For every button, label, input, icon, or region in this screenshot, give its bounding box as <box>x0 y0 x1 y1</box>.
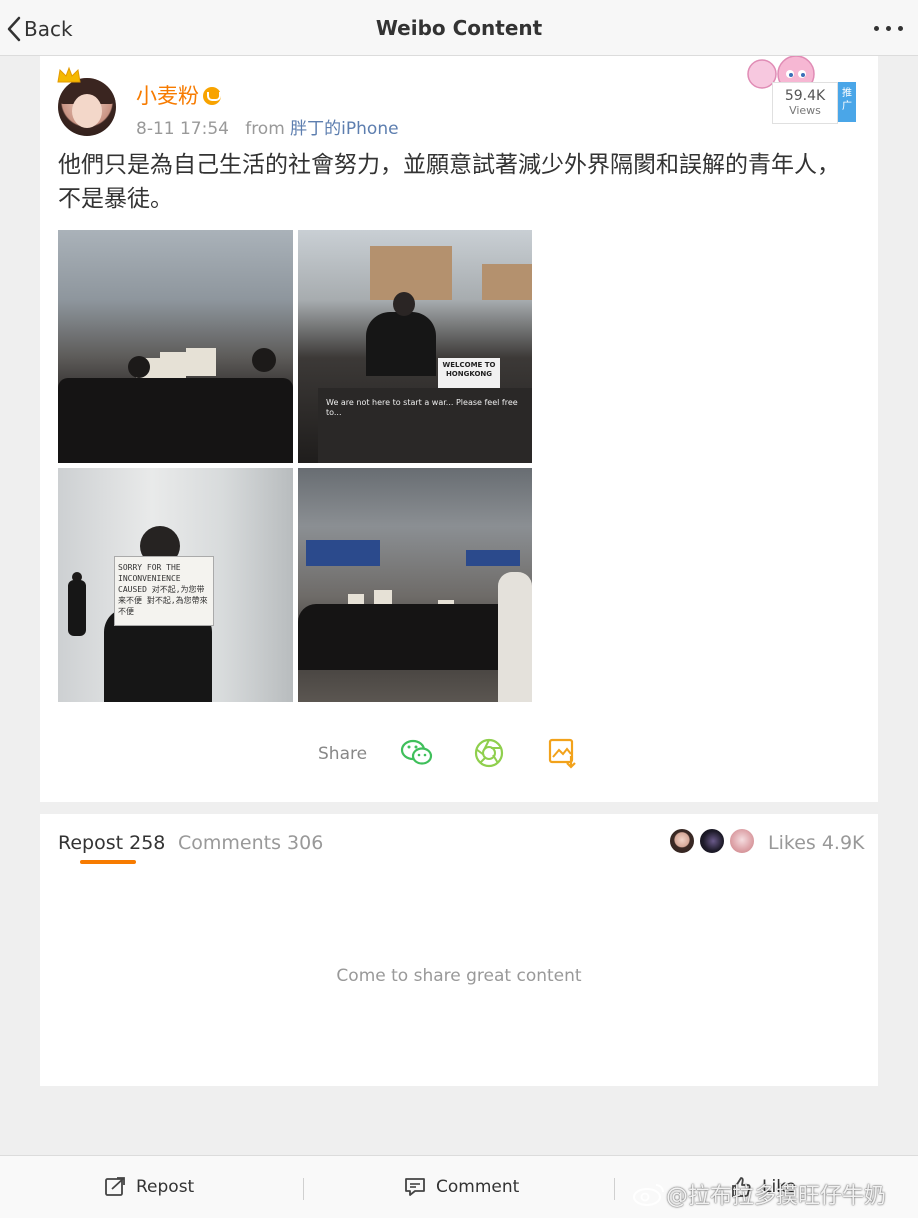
crown-icon <box>57 66 81 83</box>
post-card: 小麦粉 8-11 17:54 from 胖丁的iPhone 59.4K View… <box>40 56 878 802</box>
vip-badge-icon <box>203 87 221 105</box>
weibo-watermark: @拉布拉多摸旺仔牛奶 <box>632 1178 886 1210</box>
post-meta: 8-11 17:54 from 胖丁的iPhone <box>136 114 399 139</box>
tab-comments-count: 306 <box>287 832 324 854</box>
tab-repost[interactable]: Repost 258 <box>58 832 165 854</box>
repost-label: Repost <box>136 1177 195 1197</box>
promote-tag[interactable]: 推广 <box>838 82 856 122</box>
weibo-logo-icon <box>633 1184 664 1206</box>
wechat-share-icon[interactable] <box>400 736 434 770</box>
repost-button[interactable]: Repost <box>104 1176 194 1198</box>
toolbar-divider <box>614 1178 615 1200</box>
board-text: We are not here to start a war... Please… <box>326 398 518 417</box>
repost-icon <box>105 1177 125 1196</box>
moments-share-icon[interactable] <box>472 736 506 770</box>
share-label: Share <box>318 744 368 764</box>
post-time: 8-11 17:54 <box>136 119 229 139</box>
page-title: Weibo Content <box>375 16 543 40</box>
tab-comments-label: Comments <box>178 832 281 854</box>
from-label: from <box>245 119 285 139</box>
comment-icon <box>405 1178 425 1196</box>
post-text: 他們只是為自己生活的社會努力，並願意試著減少外界隔閡和誤解的青年人，不是暴徒。 <box>58 152 840 212</box>
welcome-sign: WELCOME TO HONGKONG <box>438 358 500 388</box>
username[interactable]: 小麦粉 <box>136 80 221 110</box>
watermark-text: @拉布拉多摸旺仔牛奶 <box>666 1184 887 1209</box>
sorry-sign-text: SORRY FOR THE INCONVENIENCE CAUSED 对不起,为… <box>118 563 208 616</box>
liker-avatar[interactable] <box>728 827 756 855</box>
post-source: 胖丁的iPhone <box>290 119 399 139</box>
views-count: 59.4K <box>784 88 826 104</box>
tab-likes[interactable]: Likes 4.9K <box>768 832 865 854</box>
liker-avatar[interactable] <box>668 827 696 855</box>
tab-likes-count: 4.9K <box>821 832 865 854</box>
more-options-icon[interactable] <box>874 18 908 38</box>
comment-label: Comment <box>436 1177 520 1197</box>
tab-repost-count: 258 <box>129 832 166 854</box>
tab-comments[interactable]: Comments 306 <box>178 832 323 854</box>
avatar[interactable] <box>58 78 116 136</box>
tab-likes-label: Likes <box>768 832 816 854</box>
interactions-card: Repost 258 Comments 306 Likes 4.9K Come … <box>40 814 878 1086</box>
liker-avatar[interactable] <box>698 827 726 855</box>
toolbar-divider <box>303 1178 304 1200</box>
post-image-4[interactable] <box>298 468 532 702</box>
username-text: 小麦粉 <box>136 84 199 108</box>
comment-button[interactable]: Comment <box>404 1176 519 1198</box>
empty-state-message: Come to share great content <box>336 966 582 986</box>
active-tab-indicator <box>80 860 136 864</box>
save-image-icon[interactable] <box>546 736 580 770</box>
post-image-3[interactable]: SORRY FOR THE INCONVENIENCE CAUSED 对不起,为… <box>58 468 293 702</box>
views-label: Views <box>789 104 821 117</box>
post-image-1[interactable] <box>58 230 293 463</box>
post-image-2[interactable]: WELCOME TO HONGKONG We are not here to s… <box>298 230 532 463</box>
top-nav-bar: Back Weibo Content <box>0 0 918 56</box>
tab-repost-label: Repost <box>58 832 124 854</box>
views-counter: 59.4K Views <box>772 82 838 124</box>
